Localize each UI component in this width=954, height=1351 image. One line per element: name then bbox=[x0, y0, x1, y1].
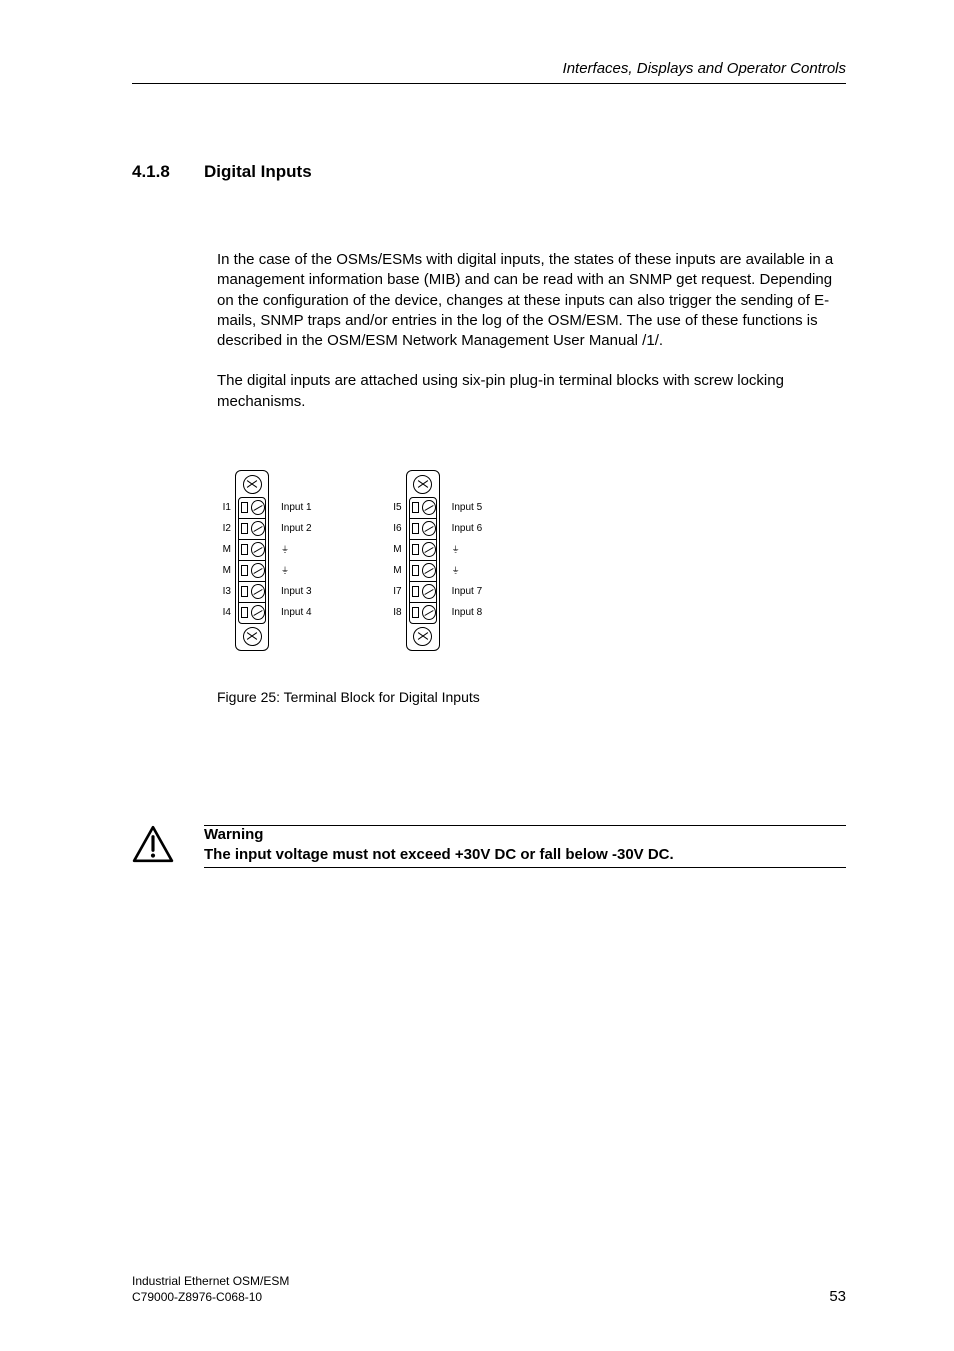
mounting-screw-icon bbox=[413, 627, 432, 646]
pin-desc: ⏚ bbox=[281, 539, 312, 560]
pin-desc: Input 1 bbox=[281, 497, 312, 518]
pin-desc: Input 7 bbox=[452, 581, 483, 602]
pin-label: I5 bbox=[388, 497, 402, 518]
terminal-block-2: I5 I6 M M I7 I8 bbox=[388, 470, 483, 651]
pin-desc: Input 8 bbox=[452, 602, 483, 623]
pin-label: I8 bbox=[388, 602, 402, 623]
pin-label: I2 bbox=[217, 518, 231, 539]
pin-label: M bbox=[217, 539, 231, 560]
pin-desc: Input 4 bbox=[281, 602, 312, 623]
pin-label: I7 bbox=[388, 581, 402, 602]
pin-desc: Input 6 bbox=[452, 518, 483, 539]
mounting-screw-icon bbox=[243, 627, 262, 646]
body-paragraph-2: The digital inputs are attached using si… bbox=[217, 371, 846, 412]
pin-desc: Input 2 bbox=[281, 518, 312, 539]
pin-label: M bbox=[217, 560, 231, 581]
section-title: Digital Inputs bbox=[204, 162, 312, 182]
pin-label: I4 bbox=[217, 602, 231, 623]
mounting-screw-icon bbox=[413, 475, 432, 494]
pin-desc: ⏚ bbox=[452, 560, 483, 581]
pin-desc: Input 5 bbox=[452, 497, 483, 518]
running-header: Interfaces, Displays and Operator Contro… bbox=[132, 60, 846, 84]
pin-label: I1 bbox=[217, 497, 231, 518]
warning-label: Warning bbox=[204, 825, 846, 846]
figure-terminal-blocks: I1 I2 M M I3 I4 bbox=[217, 470, 846, 651]
pin-desc: ⏚ bbox=[452, 539, 483, 560]
mounting-screw-icon bbox=[243, 475, 262, 494]
figure-caption: Figure 25: Terminal Block for Digital In… bbox=[217, 689, 846, 705]
warning-message: The input voltage must not exceed +30V D… bbox=[204, 846, 846, 868]
section-number: 4.1.8 bbox=[132, 162, 204, 182]
pin-label: M bbox=[388, 539, 402, 560]
terminal-block-1: I1 I2 M M I3 I4 bbox=[217, 470, 312, 651]
page-number: 53 bbox=[829, 1288, 846, 1305]
footer-docid: C79000-Z8976-C068-10 bbox=[132, 1289, 289, 1305]
pin-label: M bbox=[388, 560, 402, 581]
pin-desc: Input 3 bbox=[281, 581, 312, 602]
pin-label: I3 bbox=[217, 581, 231, 602]
body-paragraph-1: In the case of the OSMs/ESMs with digita… bbox=[217, 250, 846, 351]
pin-desc: ⏚ bbox=[281, 560, 312, 581]
warning-icon bbox=[132, 825, 174, 868]
pin-label: I6 bbox=[388, 518, 402, 539]
footer-product: Industrial Ethernet OSM/ESM bbox=[132, 1273, 289, 1289]
